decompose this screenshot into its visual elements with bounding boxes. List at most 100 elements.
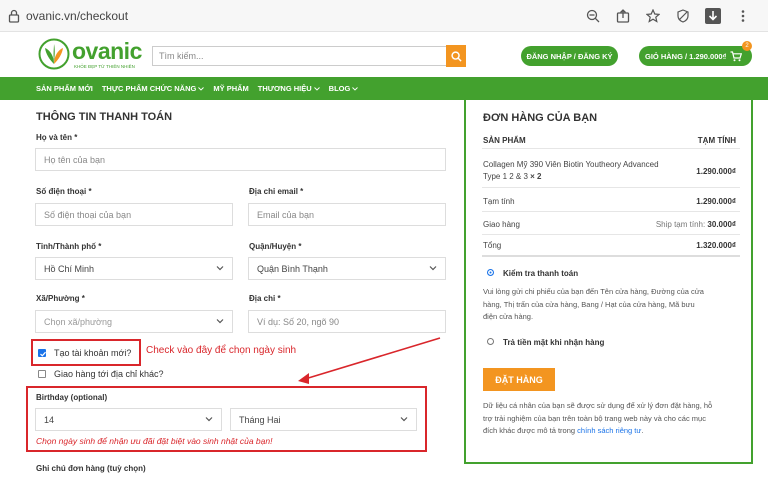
create-account-checkbox[interactable] <box>38 349 46 357</box>
chevron-down-icon <box>429 266 437 271</box>
share-icon[interactable] <box>608 6 638 26</box>
privacy-notice: Dữ liệu cá nhân của bạn sẽ được sử dụng … <box>483 400 712 438</box>
pay-check-label[interactable]: Kiểm tra thanh toán <box>503 269 578 278</box>
district-value: Quận Bình Thạnh <box>257 264 328 274</box>
nav-item-supplements-label: THỰC PHẨM CHỨC NĂNG <box>101 84 197 93</box>
birthday-day-select[interactable]: 14 <box>35 408 222 431</box>
email-label: Địa chỉ email * <box>249 187 304 196</box>
site-header: ovanic KHỎE ĐẸP TỪ THIÊN NHIÊN Tìm kiếm.… <box>0 32 768 77</box>
pay-check-description: Vui lòng gửi chi phiếu của bạn đến Tên c… <box>483 286 704 324</box>
logo-wordmark: ovanic <box>72 38 142 64</box>
birthday-month-select[interactable]: Tháng Hai <box>230 408 417 431</box>
pay-cod-label[interactable]: Trả tiền mặt khi nhận hàng <box>503 338 604 347</box>
address-label: Địa chỉ * <box>249 294 281 303</box>
product-name-line1: Collagen Mỹ 390 Viên Biotin Youtheory Ad… <box>483 160 659 169</box>
total-label: Tổng <box>483 241 502 250</box>
privacy-line: Dữ liệu cá nhân của bạn sẽ được sử dụng … <box>483 401 713 410</box>
ward-select[interactable]: Chọn xã/phường <box>35 310 233 333</box>
order-notes-label: Ghi chú đơn hàng (tuỳ chọn) <box>36 464 146 473</box>
product-price: 1.290.000₫ <box>696 167 736 176</box>
search-input[interactable]: Tìm kiếm... <box>152 46 446 66</box>
place-order-button[interactable]: ĐẶT HÀNG <box>483 368 555 391</box>
product-name-line2: Type 1 2 & 3 × 2 <box>483 172 542 181</box>
nav-item-blog[interactable]: BLOG <box>329 84 359 93</box>
ward-value: Chọn xã/phường <box>44 317 112 327</box>
cart-icon <box>730 50 743 61</box>
city-value: Hồ Chí Minh <box>44 264 95 274</box>
ward-label: Xã/Phường * <box>36 294 85 303</box>
product-name-line2-text: Type 1 2 & 3 <box>483 172 528 181</box>
product-qty: × 2 <box>530 172 542 181</box>
shipping-info: Ship tạm tính: 30.000₫ <box>656 220 736 229</box>
ship-other-label: Giao hàng tới địa chỉ khác? <box>54 369 164 379</box>
main-nav: SẢN PHẨM MỚI THỰC PHẨM CHỨC NĂNG MỸ PHẨM… <box>0 77 768 100</box>
subtotal-value: 1.290.000₫ <box>696 197 736 206</box>
chevron-down-icon <box>216 319 224 324</box>
chevron-down-icon <box>216 266 224 271</box>
privacy-end: . <box>641 426 644 435</box>
city-select[interactable]: Hồ Chí Minh <box>35 257 233 280</box>
privacy-line: trợ trải nghiệm của bạn trên toàn bộ tra… <box>483 413 706 423</box>
cart-button[interactable]: GIỎ HÀNG / 1.290.000₫ <box>639 46 752 66</box>
annotation-text: Check vào đây để chọn ngày sinh <box>146 345 297 356</box>
pay-cod-radio[interactable] <box>487 338 494 345</box>
city-label: Tỉnh/Thành phố * <box>36 242 102 251</box>
shipping-value: 30.000₫ <box>707 220 736 229</box>
divider <box>482 187 740 188</box>
chevron-down-icon <box>313 87 320 91</box>
url-text[interactable]: ovanic.vn/checkout <box>26 9 128 23</box>
logo-tagline: KHỎE ĐẸP TỪ THIÊN NHIÊN <box>74 64 135 69</box>
cart-label: GIỎ HÀNG / 1.290.000₫ <box>645 51 727 61</box>
divider <box>482 234 740 235</box>
star-icon[interactable] <box>638 6 668 26</box>
zoom-out-icon[interactable] <box>578 6 608 26</box>
privacy-policy-link[interactable]: chính sách riêng tư <box>577 426 641 435</box>
email-field[interactable]: Email của bạn <box>248 203 446 226</box>
total-value: 1.320.000₫ <box>696 241 736 250</box>
nav-item-brands-label: THƯƠNG HIỆU <box>257 84 312 93</box>
pay-check-desc-line: điện cửa hàng. <box>483 312 534 321</box>
ship-other-checkbox[interactable] <box>38 370 46 378</box>
chevron-down-icon <box>352 87 359 91</box>
lock-icon <box>8 9 20 23</box>
birthday-label: Birthday (optional) <box>36 393 108 402</box>
shipping-label: Giao hàng <box>483 220 520 229</box>
menu-icon[interactable] <box>728 6 758 26</box>
col-subtotal-header: TẠM TÍNH <box>697 136 736 145</box>
ship-other-checkbox-row[interactable]: Giao hàng tới địa chỉ khác? <box>38 369 163 379</box>
check-icon <box>40 351 46 357</box>
subtotal-label: Tạm tính <box>483 197 515 206</box>
billing-title: THÔNG TIN THANH TOÁN <box>36 111 173 123</box>
nav-item-cosmetics[interactable]: MỸ PHẨM <box>213 84 248 93</box>
district-label: Quận/Huyện * <box>249 242 302 251</box>
site-logo[interactable]: ovanic KHỎE ĐẸP TỪ THIÊN NHIÊN <box>38 38 142 72</box>
birthday-day-value: 14 <box>44 415 55 425</box>
download-icon[interactable] <box>698 6 728 26</box>
divider <box>482 255 740 257</box>
nav-item-brands[interactable]: THƯƠNG HIỆU <box>258 84 320 93</box>
search-button[interactable] <box>446 45 466 67</box>
district-select[interactable]: Quận Bình Thạnh <box>248 257 446 280</box>
address-field[interactable]: Ví dụ: Số 20, ngõ 90 <box>248 310 446 333</box>
login-register-button[interactable]: ĐĂNG NHẬP / ĐĂNG KÝ <box>521 46 618 66</box>
chevron-down-icon <box>400 417 408 422</box>
divider <box>482 148 740 149</box>
order-title: ĐƠN HÀNG CỦA BẠN <box>483 112 598 124</box>
chevron-down-icon <box>198 87 205 91</box>
leaf-logo-icon <box>38 38 70 70</box>
col-product-header: SẢN PHẨM <box>483 136 526 145</box>
birthday-hint: Chọn ngày sinh để nhận ưu đãi đặt biệt v… <box>36 436 273 446</box>
create-account-checkbox-row[interactable]: Tạo tài khoản mới? <box>38 348 131 358</box>
shield-icon[interactable] <box>668 6 698 26</box>
nav-item-supplements[interactable]: THỰC PHẨM CHỨC NĂNG <box>102 84 205 93</box>
birthday-month-value: Tháng Hai <box>239 415 281 425</box>
nav-item-new-products[interactable]: SẢN PHẨM MỚI <box>36 84 93 93</box>
name-field[interactable]: Họ tên của bạn <box>35 148 446 171</box>
pay-check-radio[interactable] <box>487 269 494 276</box>
pay-check-desc-line: hàng, Thị trấn của cửa hàng, Bang / Hạt … <box>483 299 695 309</box>
phone-field[interactable]: Số điện thoại của bạn <box>35 203 233 226</box>
chevron-down-icon <box>205 417 213 422</box>
pay-check-desc-line: Vui lòng gửi chi phiếu của bạn đến Tên c… <box>483 287 704 296</box>
divider <box>482 211 740 212</box>
cart-count-badge: 2 <box>742 41 752 51</box>
